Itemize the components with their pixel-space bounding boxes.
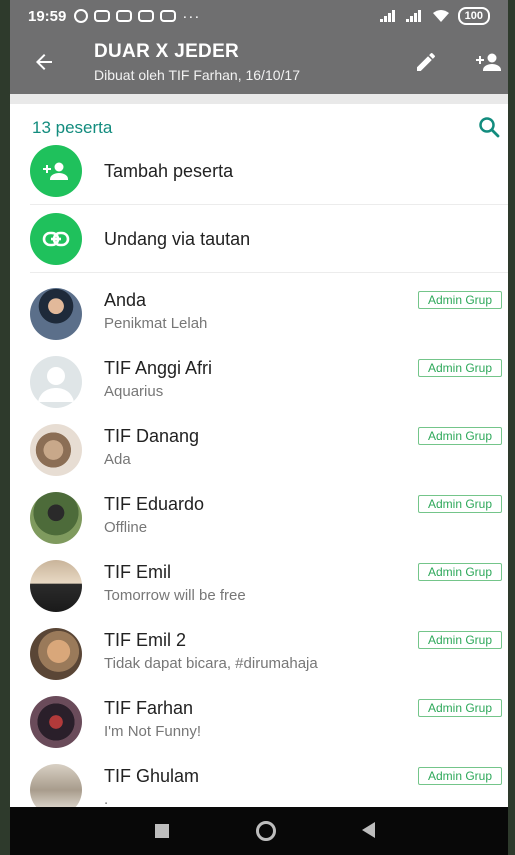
admin-badge: Admin Grup xyxy=(418,495,502,513)
battery-icon: 100 xyxy=(457,7,490,25)
member-name: TIF Eduardo xyxy=(104,494,205,514)
admin-badge: Admin Grup xyxy=(418,563,502,581)
admin-badge: Admin Grup xyxy=(418,699,502,717)
member-row[interactable]: Anda Penikmat Lelah Admin Grup xyxy=(10,274,508,342)
member-status: . xyxy=(104,791,109,808)
member-status: Penikmat Lelah xyxy=(104,315,208,332)
signal-icon xyxy=(405,10,424,22)
group-title[interactable]: DUAR X JEDER xyxy=(94,41,239,63)
back-arrow-icon[interactable] xyxy=(32,50,56,74)
member-status: Aquarius xyxy=(104,383,164,400)
member-status: Tidak dapat bicara, #dirumahaja xyxy=(104,655,318,672)
member-row[interactable]: TIF Farhan I'm Not Funny! Admin Grup xyxy=(10,682,508,750)
app-bar: DUAR X JEDER Dibuat oleh TIF Farhan, 16/… xyxy=(10,32,508,94)
discord-icon xyxy=(94,10,111,22)
default-avatar-icon xyxy=(30,356,82,408)
member-row[interactable]: TIF Eduardo Offline Admin Grup xyxy=(10,478,508,546)
more-notifications: ··· xyxy=(182,7,201,25)
member-name: TIF Emil 2 xyxy=(104,630,187,650)
group-subtitle: Dibuat oleh TIF Farhan, 16/10/17 xyxy=(94,67,300,83)
link-icon xyxy=(30,213,82,265)
invite-link-row[interactable]: Undang via tautan xyxy=(10,205,508,273)
avatar xyxy=(30,288,82,340)
add-participant-row[interactable]: Tambah peserta xyxy=(10,137,508,205)
add-person-icon xyxy=(30,145,82,197)
search-icon[interactable] xyxy=(477,115,501,139)
member-name: Anda xyxy=(104,290,147,310)
add-participant-label: Tambah peserta xyxy=(104,161,234,181)
admin-badge: Admin Grup xyxy=(418,767,502,785)
avatar xyxy=(30,424,82,476)
notification-icons: ··· xyxy=(74,8,200,25)
status-right: 100 xyxy=(379,7,490,25)
avatar xyxy=(30,628,82,680)
status-bar: 19:59 ··· 100 xyxy=(10,0,508,32)
phone-screen: 19:59 ··· 100 DUAR X JEDER Dibuat oleh T… xyxy=(10,0,508,855)
member-name: TIF Anggi Afri xyxy=(104,358,213,378)
signal-icon xyxy=(379,10,398,22)
avatar xyxy=(30,492,82,544)
add-participant-icon[interactable] xyxy=(474,50,504,74)
nav-back-icon[interactable] xyxy=(362,822,375,838)
edit-pencil-icon[interactable] xyxy=(414,50,438,74)
status-time: 19:59 xyxy=(28,7,67,25)
member-row[interactable]: TIF Emil 2 Tidak dapat bicara, #dirumaha… xyxy=(10,614,508,682)
admin-badge: Admin Grup xyxy=(418,427,502,445)
member-name: TIF Emil xyxy=(104,562,171,582)
member-status: Tomorrow will be free xyxy=(104,587,246,604)
member-status: Ada xyxy=(104,451,131,468)
recent-apps-icon[interactable] xyxy=(155,824,169,838)
whatsapp-icon xyxy=(74,9,89,23)
avatar xyxy=(30,560,82,612)
admin-badge: Admin Grup xyxy=(418,359,502,377)
wifi-icon xyxy=(432,10,449,22)
invite-link-label: Undang via tautan xyxy=(104,229,251,249)
discord-icon xyxy=(160,10,177,22)
section-separator xyxy=(10,94,508,104)
home-icon[interactable] xyxy=(256,821,276,841)
discord-icon xyxy=(138,10,155,22)
admin-badge: Admin Grup xyxy=(418,631,502,649)
admin-badge: Admin Grup xyxy=(418,291,502,309)
system-nav-bar xyxy=(10,807,508,855)
participant-count: 13 peserta xyxy=(32,118,113,137)
member-status: I'm Not Funny! xyxy=(104,723,202,740)
member-row[interactable]: TIF Emil Tomorrow will be free Admin Gru… xyxy=(10,546,508,614)
member-status: Offline xyxy=(104,519,148,536)
member-name: TIF Farhan xyxy=(104,698,194,718)
member-row[interactable]: TIF Danang Ada Admin Grup xyxy=(10,410,508,478)
avatar xyxy=(30,696,82,748)
member-name: TIF Ghulam xyxy=(104,766,200,786)
divider xyxy=(30,272,508,273)
discord-icon xyxy=(116,10,133,22)
member-name: TIF Danang xyxy=(104,426,200,446)
member-row[interactable]: TIF Anggi Afri Aquarius Admin Grup xyxy=(10,342,508,410)
